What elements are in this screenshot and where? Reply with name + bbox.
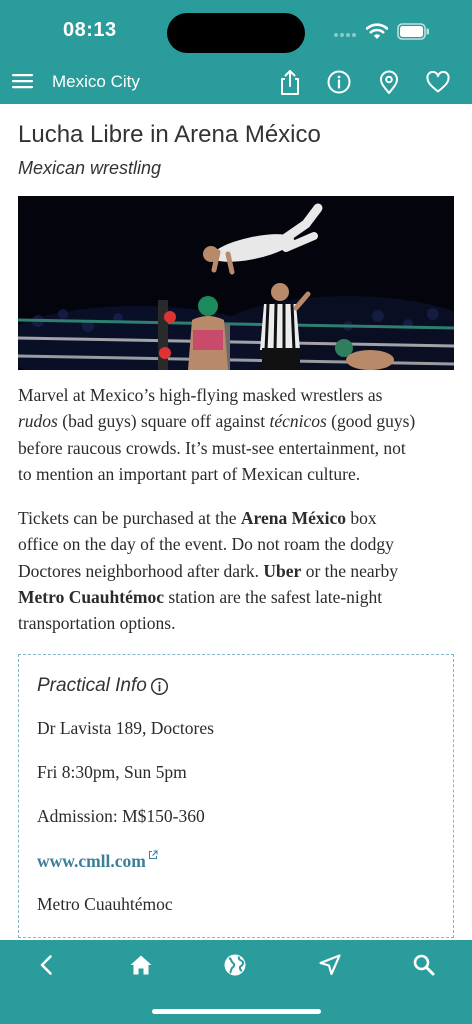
text-fragment: (good guys) [326,411,416,432]
paragraph-line: office on the day of the event. Do not r… [18,534,394,555]
text-fragment: or the nearby [301,560,399,581]
paragraph-line: to mention an important part of Mexican … [18,463,361,484]
home-icon[interactable] [128,952,154,978]
paragraph-line: transportation options. [18,613,176,634]
status-time: 08:13 [63,19,117,41]
text-fragment: (bad guys) square off against [57,411,270,432]
term-tecnicos: técnicos [269,411,327,432]
address-text: Dr Lavista 189, Doctores [37,718,214,738]
paragraph-line: Tickets can be purchased at the Arena Mé… [18,505,454,531]
top-bar: 08:13 Mexico City [0,0,472,104]
back-icon[interactable] [34,952,60,978]
globe-icon[interactable] [222,952,248,978]
practical-info-title: Practical Info [37,675,147,696]
term-rudos: rudos [18,411,58,432]
info-icon[interactable] [325,68,353,96]
paragraph-line: Marvel at Mexico’s high-flying masked wr… [18,385,383,405]
intro-paragraph: Marvel at Mexico’s high-flying masked wr… [18,382,454,487]
text-fragment: Tickets can be purchased at the [18,508,241,528]
search-icon[interactable] [411,952,437,978]
heart-icon[interactable] [424,68,452,96]
bold-uber: Uber [263,560,302,581]
hours-text: Fri 8:30pm, Sun 5pm [37,762,187,782]
dynamic-island [167,13,305,53]
paragraph-line: Doctores neighborhood after dark. Uber o… [18,558,454,584]
practical-info-box: Practical Info Dr Lavista 189, Doctores … [18,654,454,938]
article-content[interactable]: Lucha Libre in Arena México Mexican wres… [0,104,472,940]
admission-text: Admission: M$150-360 [37,806,205,826]
map-pin-icon[interactable] [375,68,403,96]
transit-text: Metro Cuauhtémoc [37,894,173,914]
battery-icon [397,23,429,40]
paragraph-line: rudos (bad guys) square off against técn… [18,408,454,434]
navigation-arrow-icon[interactable] [317,952,343,978]
external-link-icon [148,850,158,859]
bottom-tab-bar [0,940,472,1024]
text-fragment: box [346,508,377,528]
cellular-signal-icon [334,33,356,37]
menu-icon[interactable] [11,70,35,92]
info-icon[interactable] [150,677,169,696]
website-link[interactable]: www.cmll.com [37,851,146,871]
paragraph-line: Metro Cuauhtémoc station are the safest … [18,584,454,610]
tickets-paragraph: Tickets can be purchased at the Arena Mé… [18,505,454,636]
navbar-title[interactable]: Mexico City [52,72,140,92]
wrestling-photo [18,196,454,370]
page-subtitle: Mexican wrestling [18,158,162,178]
wifi-icon [366,23,388,39]
bold-arena: Arena México [240,508,347,528]
website-row[interactable]: www.cmll.com [37,850,158,872]
home-indicator[interactable] [152,1009,321,1014]
paragraph-line: before raucous crowds. It’s must-see ent… [18,437,406,458]
page-title: Lucha Libre in Arena México [18,121,321,148]
bold-metro: Metro Cuauhtémoc [18,586,164,607]
share-icon[interactable] [276,68,304,96]
text-fragment: station are the safest late-night [163,586,383,607]
text-fragment: Doctores neighborhood after dark. [18,560,264,581]
